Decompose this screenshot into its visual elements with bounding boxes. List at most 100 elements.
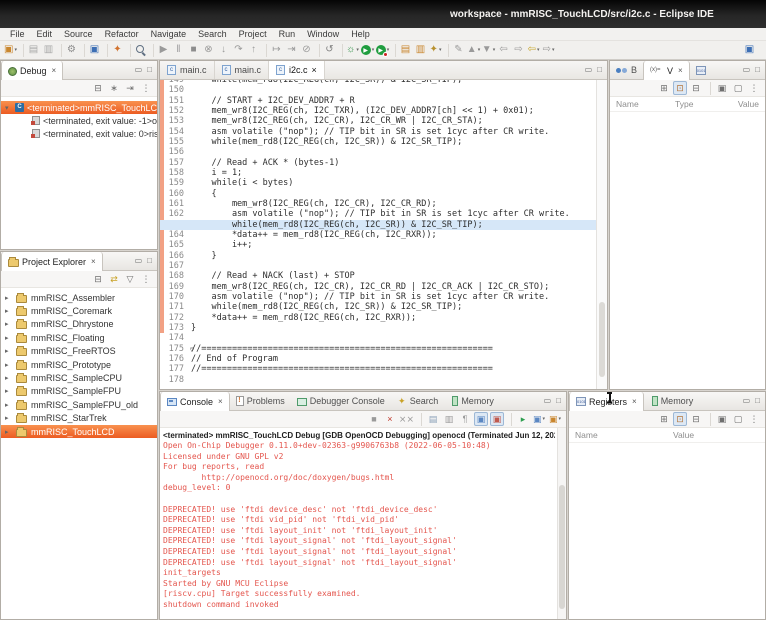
code-line[interactable]: [191, 147, 596, 157]
code-line[interactable]: asm volatile ("nop"); // TIP bit in SR i…: [191, 127, 596, 137]
show-on-stdout-button[interactable]: ▣: [474, 412, 488, 426]
expander-icon[interactable]: ▸: [5, 414, 12, 422]
expander-icon[interactable]: ▸: [5, 374, 12, 382]
tab-debug[interactable]: Debug ×: [1, 61, 63, 80]
close-icon[interactable]: ×: [91, 257, 96, 266]
code-line[interactable]: {: [191, 189, 596, 199]
maximize-icon[interactable]: □: [147, 257, 152, 265]
collapse-all-button[interactable]: ⊟: [689, 412, 703, 426]
code-line[interactable]: }: [191, 323, 596, 333]
line-number[interactable]: 165: [160, 240, 187, 250]
code-line[interactable]: mem_wr8(I2C_REG(ch, I2C_CR), I2C_CR_RD |…: [191, 282, 596, 292]
console-scrollbar-thumb[interactable]: [559, 485, 565, 609]
line-number[interactable]: 170: [160, 292, 187, 302]
line-number[interactable]: 161: [160, 199, 187, 209]
tab-console[interactable]: Console×: [160, 392, 230, 411]
tab-debugger-console[interactable]: Debugger Console: [291, 392, 391, 410]
console-output-area[interactable]: <terminated> mmRISC_TouchLCD Debug [GDB …: [160, 428, 566, 619]
menu-edit[interactable]: Edit: [31, 29, 59, 39]
step-over-button[interactable]: ↷: [231, 42, 246, 58]
line-number[interactable]: 158: [160, 168, 187, 178]
last-edit-location-button[interactable]: ⇦: [496, 42, 511, 58]
code-line[interactable]: while(mem_rd8(I2C_REG(ch, I2C_SR)) & I2C…: [191, 302, 596, 312]
maximize-icon[interactable]: □: [755, 397, 760, 405]
code-line[interactable]: [191, 333, 596, 343]
save-all-button[interactable]: ▥: [41, 42, 56, 58]
code-line[interactable]: *data++ = mem_rd8(I2C_REG(ch, I2C_RXR));: [191, 313, 596, 323]
project-item-mmrisc_prototype[interactable]: ▸mmRISC_Prototype: [1, 358, 157, 371]
line-number[interactable]: 176: [160, 354, 187, 364]
line-number[interactable]: 162: [160, 209, 187, 219]
close-icon[interactable]: ×: [632, 397, 637, 406]
code-line[interactable]: *data++ = mem_rd8(I2C_REG(ch, I2C_RXR));: [191, 230, 596, 240]
menu-window[interactable]: Window: [301, 29, 345, 39]
code-line[interactable]: while(i < bytes): [191, 178, 596, 188]
code-line[interactable]: //======================================…: [191, 344, 596, 354]
minimized-view-tab[interactable]: 0101: [690, 61, 712, 79]
code-line[interactable]: // Read + ACK * (bytes-1): [191, 158, 596, 168]
minimize-icon[interactable]: ▭: [544, 397, 552, 405]
view-menu-button[interactable]: ⋮: [139, 81, 153, 95]
project-item-mmrisc_dhrystone[interactable]: ▸mmRISC_Dhrystone: [1, 318, 157, 331]
tab-memory[interactable]: Memory: [444, 392, 500, 410]
editor-scrollbar-thumb[interactable]: [599, 302, 605, 376]
show-on-stderr-button[interactable]: ▣: [490, 412, 504, 426]
line-number[interactable]: 159: [160, 178, 187, 188]
editor-tab-main.c-1[interactable]: cmain.c: [215, 61, 270, 79]
filter-button[interactable]: ▽: [123, 272, 137, 286]
project-item-mmrisc_coremark[interactable]: ▸mmRISC_Coremark: [1, 304, 157, 317]
maximize-icon[interactable]: □: [597, 66, 602, 74]
expander-icon[interactable]: ▸: [5, 320, 12, 328]
project-item-mmrisc_samplefpu_old[interactable]: ▸mmRISC_SampleFPU_old: [1, 398, 157, 411]
line-number[interactable]: 150: [160, 85, 187, 95]
code-line[interactable]: mem_wr8(I2C_REG(ch, I2C_CR), I2C_CR_RD);: [191, 199, 596, 209]
line-number[interactable]: 173: [160, 323, 187, 333]
code-line[interactable]: // End of Program: [191, 354, 596, 364]
line-number[interactable]: 155: [160, 137, 187, 147]
tab-problems[interactable]: Problems: [230, 392, 291, 410]
line-number[interactable]: 169: [160, 282, 187, 292]
code-line[interactable]: mem_wr8(I2C_REG(ch, I2C_TXR), (I2C_DEV_A…: [191, 106, 596, 116]
restart-button[interactable]: ↺: [322, 42, 337, 58]
view-menu-button[interactable]: ⋮: [139, 272, 153, 286]
expander-icon[interactable]: ▸: [5, 334, 12, 342]
remove-all-launches-button[interactable]: ⨯⨯: [399, 412, 414, 426]
expander-icon[interactable]: ▾: [5, 104, 12, 112]
menu-project[interactable]: Project: [233, 29, 273, 39]
maximize-icon[interactable]: □: [147, 66, 152, 74]
menu-run[interactable]: Run: [273, 29, 302, 39]
expander-icon[interactable]: ▸: [5, 294, 12, 302]
project-item-mmrisc_assembler[interactable]: ▸mmRISC_Assembler: [1, 291, 157, 304]
code-line[interactable]: [191, 85, 596, 95]
project-item-mmrisc_samplefpu[interactable]: ▸mmRISC_SampleFPU: [1, 385, 157, 398]
debug-tree-item[interactable]: <terminated, exit value: -1>op: [1, 114, 157, 127]
code-line[interactable]: i = 1;: [191, 168, 596, 178]
editor-tab-main.c-0[interactable]: cmain.c: [160, 61, 215, 79]
project-item-mmrisc_freertos[interactable]: ▸mmRISC_FreeRTOS: [1, 345, 157, 358]
next-annotation-button[interactable]: ▼▾: [481, 42, 496, 58]
minimize-icon[interactable]: ▭: [743, 66, 751, 74]
line-number[interactable]: 168: [160, 271, 187, 281]
editor-scrollbar[interactable]: [596, 80, 607, 389]
launch-config-button[interactable]: ✦: [110, 42, 125, 58]
line-number[interactable]: 153: [160, 116, 187, 126]
line-number[interactable]: 172: [160, 313, 187, 323]
code-line[interactable]: while(mem_rd8(I2C_REG(ch, I2C_SR)) & I2C…: [191, 137, 596, 147]
pin-console-button[interactable]: ▸: [516, 412, 530, 426]
detail-pane-layout-button[interactable]: ▣: [715, 81, 729, 95]
expander-icon[interactable]: ▸: [5, 401, 12, 409]
line-number[interactable]: 174: [160, 333, 187, 343]
menu-source[interactable]: Source: [58, 29, 99, 39]
code-line[interactable]: }: [191, 251, 596, 261]
remove-launch-button[interactable]: ×: [383, 412, 397, 426]
console-scrollbar[interactable]: [557, 428, 566, 619]
minimize-icon[interactable]: ▭: [743, 397, 751, 405]
memory-tab[interactable]: Memory: [644, 392, 700, 410]
view-menu-button[interactable]: ⋮: [747, 412, 761, 426]
code-line[interactable]: mem_wr8(I2C_REG(ch, I2C_CR), I2C_CR_WR |…: [191, 116, 596, 126]
save-button[interactable]: ▤: [26, 42, 41, 58]
line-number[interactable]: 175⊖: [160, 344, 187, 354]
open-console-button[interactable]: ▣▾: [548, 412, 562, 426]
collapse-all-button[interactable]: ⊟: [91, 272, 105, 286]
line-number[interactable]: 154: [160, 127, 187, 137]
